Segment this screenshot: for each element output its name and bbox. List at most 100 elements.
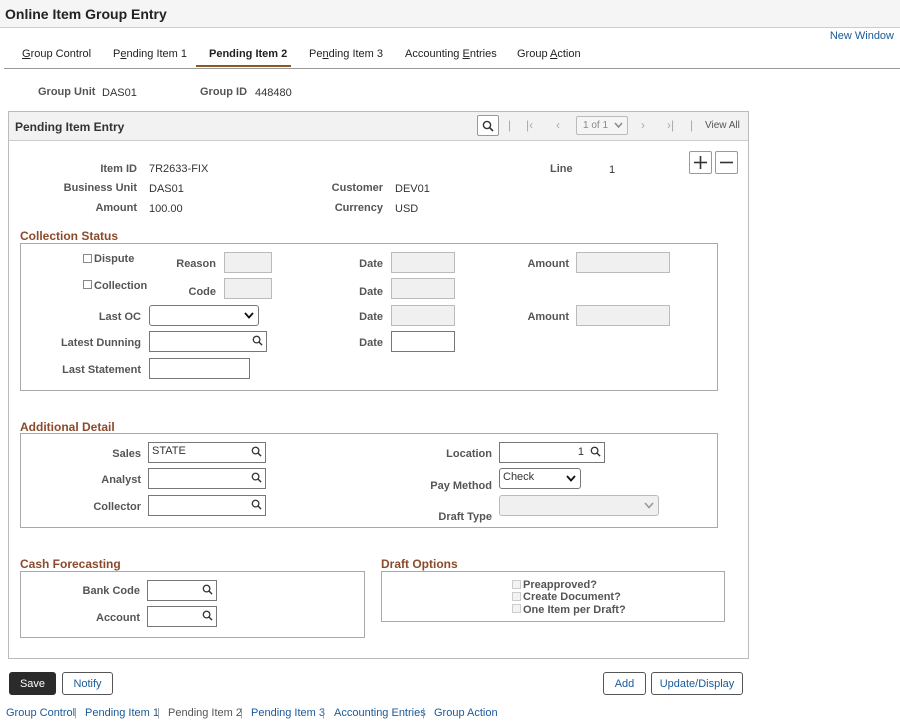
collector-input[interactable] [148,495,266,516]
customer-label: Customer [331,182,383,194]
preapproved-label: Preapproved? [523,579,597,591]
location-value: 1 [577,446,584,458]
dispute-label: Dispute [94,253,135,265]
find-button[interactable] [477,115,499,136]
active-tab-indicator [196,65,291,67]
bank-code-label: Bank Code [82,585,140,597]
location-label: Location [446,448,492,460]
search-icon[interactable] [251,472,262,483]
last-oc-date-input[interactable] [391,305,455,326]
location-input[interactable]: 1 [499,442,605,463]
amount-label: Amount [95,202,137,214]
item-id-label: Item ID [100,163,137,175]
footer-link-accounting-entries[interactable]: Accounting Entries [334,707,426,719]
currency-value: USD [395,203,419,215]
create-document-checkbox[interactable] [512,592,521,601]
collection-label: Collection [94,280,148,292]
pay-method-select[interactable]: Check [499,468,581,489]
tab-group-control[interactable]: Group Control [22,48,91,60]
new-window-link[interactable]: New Window [830,30,894,42]
line-value: 1 [609,164,616,176]
page-title: Online Item Group Entry [5,6,167,22]
draft-type-select[interactable] [499,495,659,516]
group-unit-label: Group Unit [38,86,96,98]
account-input[interactable] [147,606,217,627]
sales-input[interactable]: STATE [148,442,266,463]
pager-text: 1 of 1 [583,120,609,131]
save-button[interactable]: Save [9,672,56,695]
collection-date-input[interactable] [391,278,455,299]
delete-row-button[interactable] [715,151,738,174]
separator: | [508,118,512,132]
code-input[interactable] [224,278,272,299]
footer-current-pending-item-2: Pending Item 2 [168,707,242,719]
dunning-date-label: Date [359,337,383,349]
reason-label: Reason [176,258,216,270]
dispute-amount-input[interactable] [576,252,670,273]
dunning-date-input[interactable] [391,331,455,352]
add-row-button[interactable] [689,151,712,174]
draft-options-title: Draft Options [381,557,458,571]
one-item-label: One Item per Draft? [523,604,626,616]
collection-status-title: Collection Status [20,229,119,243]
search-icon[interactable] [251,446,262,457]
next-icon[interactable]: › [641,118,645,132]
tab-pending-item-3[interactable]: Pending Item 3 [309,48,383,60]
group-id-value: 448480 [255,87,292,99]
view-all-link[interactable]: View All [705,120,740,131]
plus-icon [694,156,707,169]
chevron-down-icon [614,122,623,129]
add-button[interactable]: Add [603,672,646,695]
last-oc-select[interactable] [149,305,259,326]
search-icon[interactable] [251,499,262,510]
one-item-checkbox[interactable] [512,604,521,613]
search-icon[interactable] [202,610,213,621]
additional-detail-title: Additional Detail [20,420,115,434]
update-display-button[interactable]: Update/Display [651,672,743,695]
tab-pending-item-1[interactable]: Pending Item 1 [113,48,187,60]
cash-forecasting-title: Cash Forecasting [20,557,121,571]
search-icon[interactable] [252,335,263,346]
draft-type-label: Draft Type [438,511,492,523]
dispute-date-input[interactable] [391,252,455,273]
pay-method-value: Check [503,471,535,483]
notify-button[interactable]: Notify [62,672,113,695]
search-icon[interactable] [590,446,601,457]
analyst-label: Analyst [101,474,141,486]
latest-dunning-input[interactable] [149,331,267,352]
line-label: Line [550,163,573,175]
tab-group-action[interactable]: Group Action [517,48,581,60]
dispute-date-label: Date [359,258,383,270]
tab-pending-item-2[interactable]: Pending Item 2 [209,48,287,60]
footer-separator: | [322,707,325,719]
collector-label: Collector [93,501,141,513]
last-icon[interactable]: ›| [667,118,674,132]
footer-link-pending-item-3[interactable]: Pending Item 3 [251,707,325,719]
last-oc-amount-input[interactable] [576,305,670,326]
chevron-down-icon [566,475,576,482]
bank-code-input[interactable] [147,580,217,601]
panel-title: Pending Item Entry [15,120,125,134]
tab-accounting-entries[interactable]: Accounting Entries [405,48,497,60]
previous-icon[interactable]: ‹ [556,118,560,132]
last-statement-input[interactable] [149,358,250,379]
create-document-label: Create Document? [523,591,621,603]
separator: | [690,118,694,132]
search-icon[interactable] [202,584,213,595]
preapproved-checkbox[interactable] [512,580,521,589]
sales-value: STATE [152,445,186,457]
collection-checkbox[interactable] [83,280,92,289]
sales-label: Sales [112,448,141,460]
footer-link-group-control[interactable]: Group Control [6,707,75,719]
item-id-value: 7R2633-FIX [149,163,209,175]
chevron-down-icon [244,312,254,319]
footer-link-group-action[interactable]: Group Action [434,707,498,719]
code-label: Code [188,286,217,298]
pager-select[interactable]: 1 of 1 [576,116,628,135]
first-icon[interactable]: |‹ [526,118,533,132]
analyst-input[interactable] [148,468,266,489]
dispute-checkbox[interactable] [83,254,92,263]
collection-date-label: Date [359,286,383,298]
footer-link-pending-item-1[interactable]: Pending Item 1 [85,707,159,719]
reason-input[interactable] [224,252,272,273]
